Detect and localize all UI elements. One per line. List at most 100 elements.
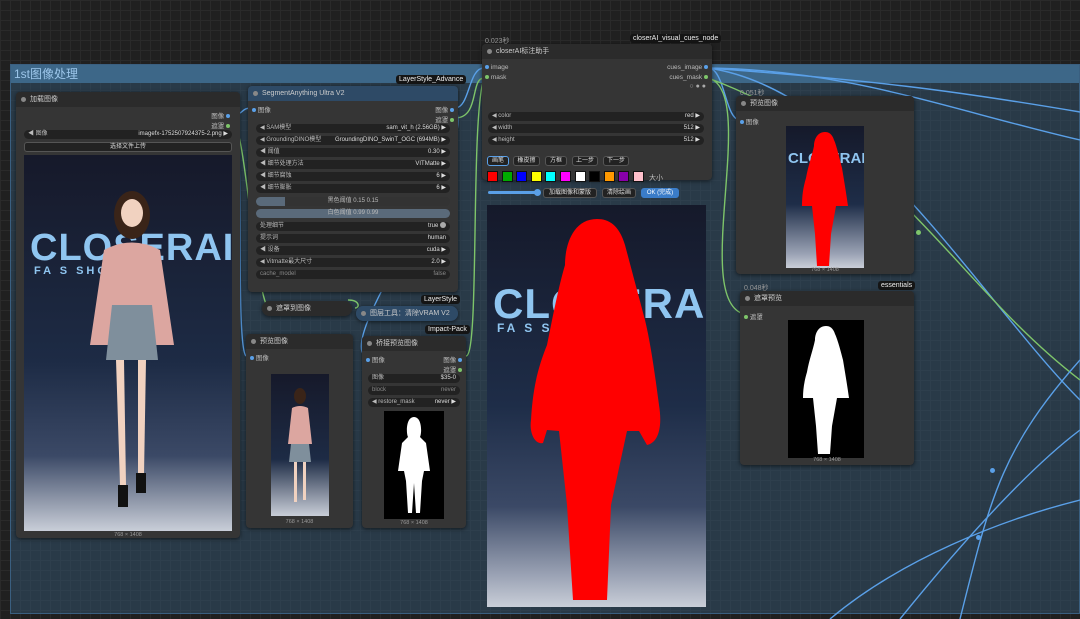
widget-value: 512 [683,137,694,143]
bridge-in-image[interactable]: 图像 [366,354,385,364]
color-swatch[interactable] [560,171,571,182]
mask-preview-dims: 768 × 1408 [813,457,841,463]
mask-input-dot[interactable] [744,315,748,320]
widget-label: height [498,137,515,143]
widget-value: 2.0 [431,259,440,265]
color-swatch[interactable] [618,171,630,182]
bridge-badge: Impact-Pack [425,325,470,334]
detail-erode-stepper[interactable]: ◀ 细节腐蚀 6 ▶ [256,172,450,181]
bridge-out-mask[interactable]: 遮罩 [443,364,462,374]
load-image-out-image[interactable]: 图像 [211,110,230,120]
segment-anything-node[interactable]: SegmentAnything Ultra V2 图像 图像 遮罩 ◀ SAM模… [248,86,458,292]
closer-in-mask[interactable]: mask [485,74,506,81]
loaded-image-preview: CLOSERAI FA S SHOW [24,155,232,531]
widget-label: 图像 [372,375,385,381]
preview-image-node-1[interactable]: 预览图像 图像 768 × 1408 [246,334,353,528]
load-image-out-mask[interactable]: 遮罩 [211,120,230,130]
brush-size-slider[interactable] [488,189,541,196]
color-swatch[interactable] [487,171,498,182]
sam-model-select[interactable]: ◀ SAM模型 sam_vit_h (2.56GB) ▶ [256,124,450,133]
detail-dilate-stepper[interactable]: ◀ 细节膨胀 6 ▶ [256,184,450,193]
cache-model-toggle[interactable]: cache_model false [256,270,450,279]
wire-junction-dot[interactable] [916,230,921,235]
image-output-dot[interactable] [226,114,230,119]
redo-button[interactable]: 下一步 [603,156,629,166]
purge-vram-node[interactable]: 图层工具：清除VRAM V2 [356,306,458,321]
box-tool-button[interactable]: 方框 [545,156,567,166]
height-stepper[interactable]: ◀ height 512 ▶ [488,136,704,145]
mask-preview-node[interactable]: 遮罩预览 遮罩 768 × 1408 [740,291,914,465]
widget-value: never [440,387,456,393]
mask-output-dot[interactable] [226,124,230,129]
image-input-dot[interactable] [485,65,489,70]
bridge-preview-node[interactable]: 桥接预览图像 图像 图像 遮罩 图像 $35-0 block never ◀ res… [362,336,466,528]
load-image-dims: 768 × 1408 [114,532,142,538]
image-file-select[interactable]: ◀ 图像 imagefx-1752507924375-2.png ▶ [24,130,232,139]
color-swatch[interactable] [603,171,615,182]
white-point-slider[interactable]: 白色阈值 0.99 0.99 [256,209,450,218]
undo-button[interactable]: 上一步 [572,156,598,166]
bridge-restore-mask-select[interactable]: ◀ restore_mask never ▶ [368,398,460,407]
mask-output-dot[interactable] [704,75,708,80]
image-output-dot[interactable] [450,108,454,113]
widget-value: true [427,223,439,229]
color-swatch[interactable] [589,171,601,182]
detail-method-select[interactable]: ◀ 细节处理方法 VITMatte ▶ [256,160,450,169]
image-input-dot[interactable] [250,356,254,361]
brush-tool-button[interactable]: 画笔 [487,156,509,166]
wire-junction-dot[interactable] [990,468,995,473]
vitmatte-size-stepper[interactable]: ◀ Vitmatte最大尺寸 2.0 ▶ [256,258,450,267]
color-select[interactable]: ◀ color red ▶ [488,112,704,121]
image-input-dot[interactable] [366,358,370,363]
clear-drawing-button[interactable]: 清除绘画 [602,188,636,198]
eraser-tool-button[interactable]: 橡皮擦 [513,156,540,166]
width-stepper[interactable]: ◀ width 512 ▶ [488,124,704,133]
preview1-in-image[interactable]: 图像 [250,352,269,362]
device-select[interactable]: ◀ 设备 cuda ▶ [256,246,450,255]
color-swatch[interactable] [530,171,542,182]
mask-input-dot[interactable] [485,75,489,80]
segment-in-image[interactable]: 图像 [252,104,271,114]
slider-handle[interactable] [534,189,541,196]
color-swatch[interactable] [574,171,586,182]
mask-output-dot[interactable] [450,118,454,123]
load-image-mask-button[interactable]: 加载图像和蒙版 [543,188,597,198]
image-input-dot[interactable] [740,120,744,125]
wire-junction-dot[interactable] [976,535,981,540]
segment-out-mask[interactable]: 遮罩 [435,114,454,124]
closer-out-mask[interactable]: cues_mask [669,74,708,81]
preview2-in-image[interactable]: 图像 [740,116,759,126]
drawing-canvas[interactable]: CLOSERAI FA S SHOW [487,205,706,607]
segment-out-image[interactable]: 图像 [435,104,454,114]
process-detail-toggle[interactable]: 处理细节 true [256,222,450,231]
size-label: 大小 [649,175,663,182]
widget-label: Vitmatte最大尺寸 [266,259,313,265]
color-swatch[interactable] [633,171,644,182]
color-swatch[interactable] [501,171,513,182]
widget-value: $35-0 [440,375,456,381]
grounding-model-select[interactable]: ◀ GroundingDINO模型 GroundingDINO_SwinT_OGC… [256,136,450,145]
model-thumbnail-icon [288,388,312,502]
bridge-image-field[interactable]: 图像 $35-0 [368,374,460,383]
closer-title: closerAI标注助手 [482,44,712,59]
bridge-block-field[interactable]: block never [368,386,460,395]
image-input-dot[interactable] [252,108,256,113]
image-output-dot[interactable] [458,358,462,363]
bridge-out-image[interactable]: 图像 [443,354,462,364]
black-point-slider[interactable]: 黑色阈值 0.15 0.15 [256,197,450,206]
threshold-stepper[interactable]: ◀ 阈值 0.30 ▶ [256,148,450,157]
color-swatch[interactable] [545,171,557,182]
upload-button[interactable]: 选择文件上传 [24,142,232,152]
closer-out-image[interactable]: cues_image [667,64,708,71]
mask-preview-in-mask[interactable]: 遮罩 [744,311,763,321]
image-output-dot[interactable] [704,65,708,70]
closer-in-image[interactable]: image [485,64,509,71]
load-image-node[interactable]: 加载图像 图像 遮罩 ◀ 图像 imagefx-1752507924375-2.… [16,92,240,538]
mask-to-image-node[interactable]: 遮罩到图像 [262,301,352,316]
color-swatch[interactable] [516,171,528,182]
ok-button[interactable]: OK (完成) [641,188,679,198]
preview1-dims: 768 × 1408 [285,519,314,525]
preview-image-node-2[interactable]: 预览图像 图像 CLOSERAI 768 × 1408 [736,96,914,274]
prompt-input[interactable]: 提示词 human [256,234,450,243]
mask-output-dot[interactable] [458,368,462,373]
